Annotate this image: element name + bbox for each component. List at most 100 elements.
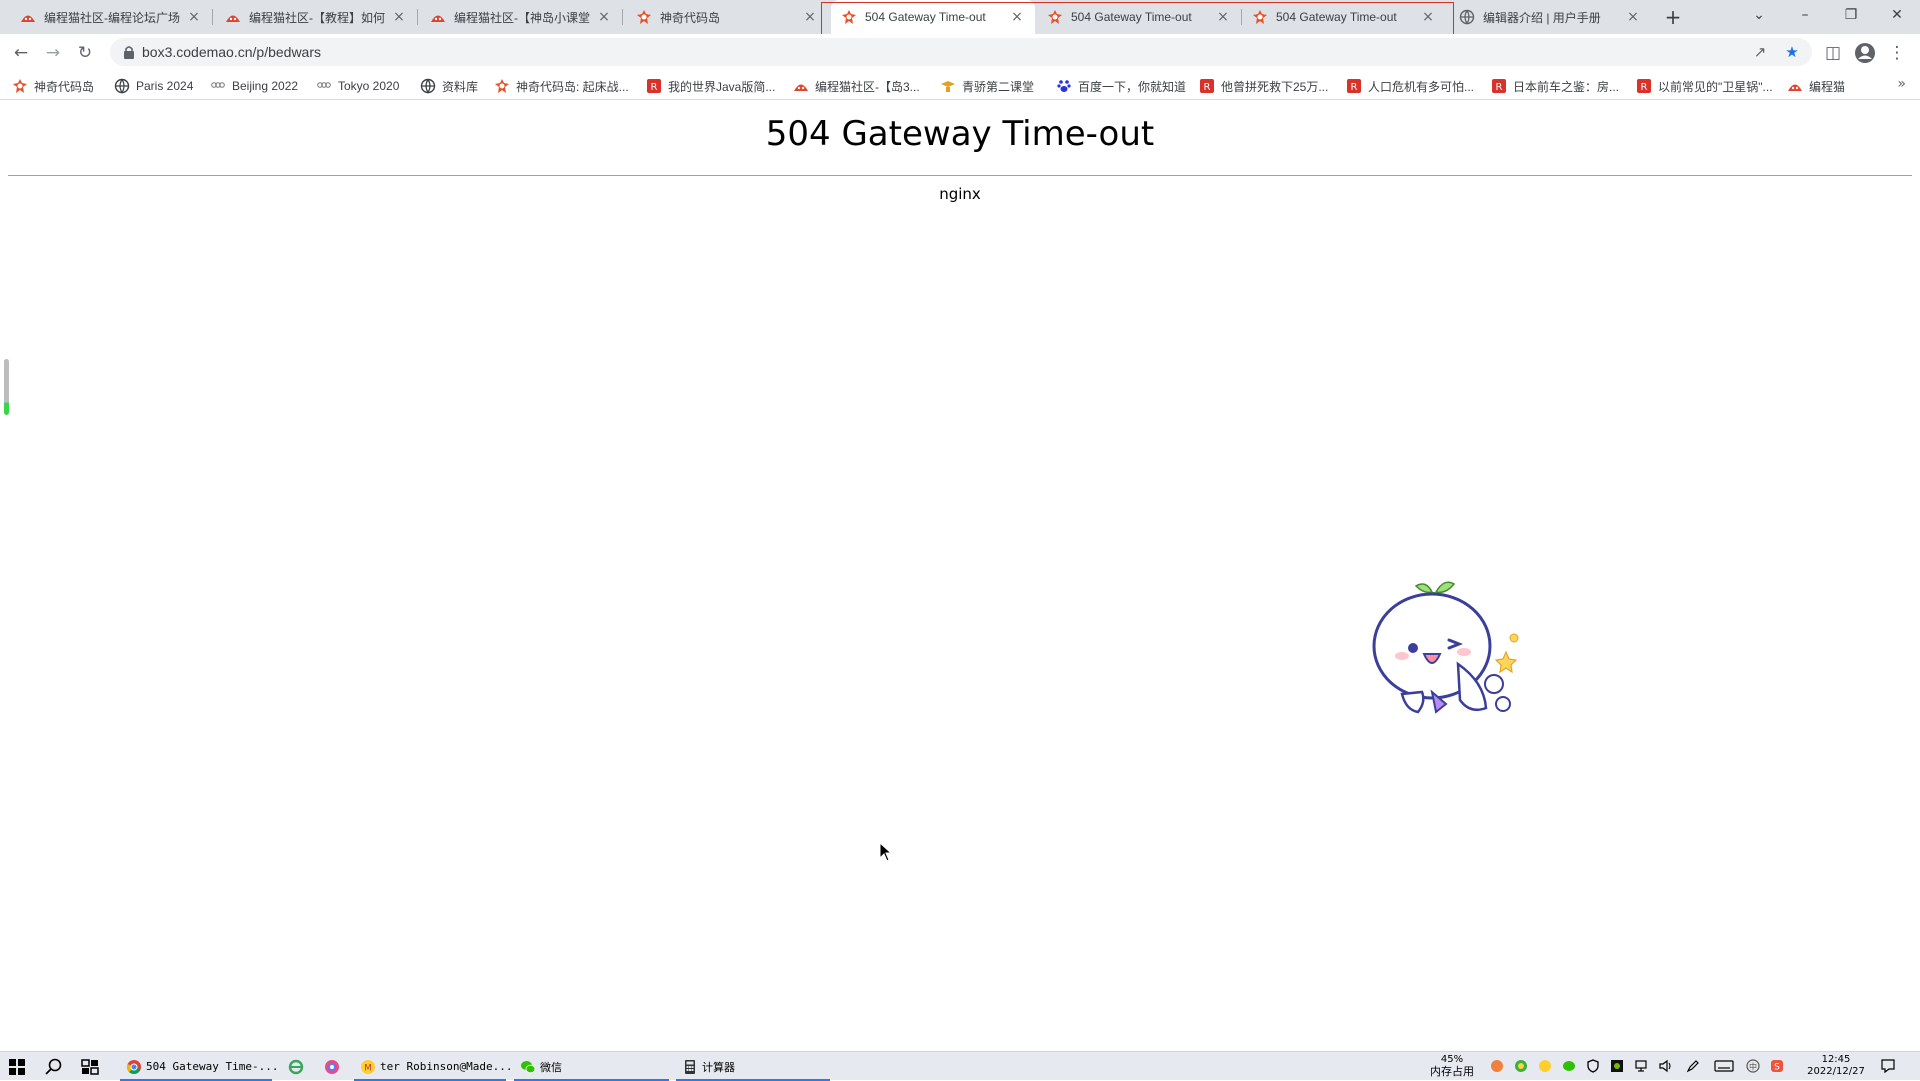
bookmark-item[interactable]: 编程猫 (1787, 76, 1845, 96)
bookmark-label: 百度一下，你就知道 (1078, 79, 1187, 94)
bookmark-item[interactable]: 神奇代码岛: 起床战... (494, 76, 629, 96)
sogou-ime-icon[interactable]: S (1770, 1059, 1784, 1073)
new-tab-button[interactable]: + (1662, 6, 1684, 28)
menu-kebab-icon[interactable]: ⋮ (1884, 40, 1910, 66)
tray-nvidia-icon[interactable] (1610, 1059, 1624, 1073)
tab-title: 编程猫社区-【神岛小课堂 (454, 10, 590, 25)
globe-icon (420, 78, 436, 94)
close-icon[interactable]: × (186, 9, 202, 25)
tab-1[interactable]: 编程猫社区-编程论坛广场 × (10, 0, 212, 34)
codemao-cat-icon (794, 84, 808, 91)
clock-date[interactable]: 2022/12/27 (1800, 1066, 1872, 1077)
minimize-button[interactable]: – (1782, 0, 1828, 34)
reload-button[interactable]: ↻ (72, 40, 98, 66)
taskbar-app-calculator[interactable]: 计算器 (676, 1052, 830, 1081)
box3-icon (637, 10, 651, 24)
tray-shield-icon[interactable] (1586, 1059, 1600, 1073)
input-method-icon[interactable]: 中 (1746, 1059, 1760, 1073)
red-square-icon: R (1637, 79, 1651, 93)
tray-wechat-icon[interactable] (1562, 1059, 1576, 1073)
svg-text:R: R (1351, 82, 1358, 93)
profile-avatar-icon[interactable] (1852, 40, 1878, 66)
bookmark-item[interactable]: 青骄第二课堂 (940, 76, 1034, 96)
memory-usage-percent[interactable]: 45% (1430, 1054, 1474, 1065)
volume-icon[interactable] (1658, 1059, 1672, 1073)
bookmark-label: 我的世界Java版简... (668, 79, 776, 94)
baidu-paw-icon (1057, 80, 1071, 92)
olympic-rings-icon (317, 82, 331, 88)
bookmark-star-icon[interactable]: ★ (1782, 42, 1802, 62)
close-icon[interactable]: × (596, 9, 612, 25)
bookmarks-bar: 神奇代码岛 Paris 2024 Beijing 2022 Tokyo 2020 资料库… (0, 71, 1920, 100)
chrome-icon (126, 1059, 141, 1074)
notification-center-icon[interactable] (1880, 1058, 1896, 1074)
bookmark-item[interactable]: R 他曾拼死救下25万... (1199, 76, 1328, 96)
svg-text:M: M (364, 1063, 372, 1073)
tab-8[interactable]: 编辑器介绍 | 用户手册 × (1449, 0, 1651, 34)
bookmark-label: 他曾拼死救下25万... (1221, 79, 1329, 94)
taskbar-app-wechat[interactable]: 微信 (514, 1052, 669, 1081)
tab-5-active[interactable]: 504 Gateway Time-out × (831, 0, 1035, 34)
bookmark-item[interactable]: 神奇代码岛 (12, 76, 94, 96)
sprout-mascot-sticker (1372, 581, 1519, 714)
box3-icon (1253, 10, 1267, 24)
window-close-button[interactable]: ✕ (1874, 0, 1920, 34)
calculator-icon (685, 1059, 695, 1074)
network-icon[interactable] (1634, 1059, 1648, 1073)
bookmark-item[interactable]: R 日本前车之鉴：房... (1491, 76, 1619, 96)
tab-4[interactable]: 神奇代码岛 × (626, 0, 828, 34)
tab-search-chevron-icon[interactable]: ⌄ (1736, 0, 1782, 34)
side-panel-icon[interactable]: ◫ (1820, 40, 1846, 66)
clock-time[interactable]: 12:45 (1800, 1054, 1872, 1065)
bookmark-item[interactable]: R 我的世界Java版简... (646, 76, 775, 96)
svg-text:R: R (1204, 82, 1211, 93)
close-icon[interactable]: × (1420, 9, 1436, 25)
tab-3[interactable]: 编程猫社区-【神岛小课堂 × (420, 0, 622, 34)
forward-button[interactable]: → (40, 40, 66, 66)
tab-7[interactable]: 504 Gateway Time-out × (1242, 0, 1446, 34)
taskbar-app-music[interactable]: M ter Robinson@Made... (354, 1052, 512, 1081)
tray-music-icon[interactable] (1538, 1059, 1552, 1073)
share-icon[interactable]: ↗ (1750, 42, 1770, 62)
box3-icon (495, 79, 509, 93)
restore-button[interactable]: ❐ (1828, 0, 1874, 34)
lock-icon[interactable] (122, 44, 136, 60)
bookmark-item[interactable]: R 人口危机有多可怕... (1346, 76, 1474, 96)
close-icon[interactable]: × (391, 9, 407, 25)
codemao-cat-icon (431, 15, 445, 22)
bookmark-item[interactable]: 编程猫社区-【岛3... (793, 76, 920, 96)
tab-2[interactable]: 编程猫社区-【教程】如何 × (215, 0, 417, 34)
windows-start-icon[interactable] (8, 1058, 26, 1076)
tray-360-icon[interactable] (1514, 1059, 1528, 1073)
keyboard-icon[interactable] (1714, 1059, 1734, 1073)
bookmark-item[interactable]: Paris 2024 (114, 76, 193, 96)
task-view-icon[interactable] (80, 1057, 100, 1077)
url-text[interactable]: box3.codemao.cn/p/bedwars (142, 44, 321, 60)
memory-usage-label[interactable]: 内存占用 (1424, 1066, 1480, 1077)
close-icon[interactable]: × (802, 9, 818, 25)
divider (8, 175, 1912, 176)
search-icon[interactable] (44, 1057, 64, 1077)
close-icon[interactable]: × (1009, 9, 1025, 25)
bookmarks-overflow-button[interactable]: » (1897, 76, 1906, 92)
bookmark-item[interactable]: Tokyo 2020 (316, 76, 399, 96)
close-icon[interactable]: × (1625, 9, 1641, 25)
pen-icon[interactable] (1686, 1059, 1700, 1073)
ie-browser-icon[interactable] (286, 1057, 306, 1077)
address-bar[interactable]: box3.codemao.cn/p/bedwars ↗ ★ (110, 38, 1812, 66)
svg-text:R: R (1496, 82, 1503, 93)
bookmark-item[interactable]: Beijing 2022 (210, 76, 298, 96)
close-icon[interactable]: × (1215, 9, 1231, 25)
colorful-browser-icon[interactable] (322, 1057, 342, 1077)
bookmark-item[interactable]: 百度一下，你就知道 (1056, 76, 1186, 96)
wechat-icon (521, 1060, 536, 1073)
codemao-cat-icon (1788, 84, 1802, 91)
tab-6[interactable]: 504 Gateway Time-out × (1037, 0, 1241, 34)
back-button[interactable]: ← (8, 40, 34, 66)
red-square-icon: R (1200, 79, 1214, 93)
bookmark-item[interactable]: 资料库 (420, 76, 478, 96)
bookmark-label: Beijing 2022 (232, 79, 299, 93)
taskbar-app-chrome[interactable]: 504 Gateway Time-... (120, 1052, 278, 1081)
tray-fox-icon[interactable] (1490, 1059, 1504, 1073)
bookmark-item[interactable]: R 以前常见的"卫星锅"... (1636, 76, 1773, 96)
